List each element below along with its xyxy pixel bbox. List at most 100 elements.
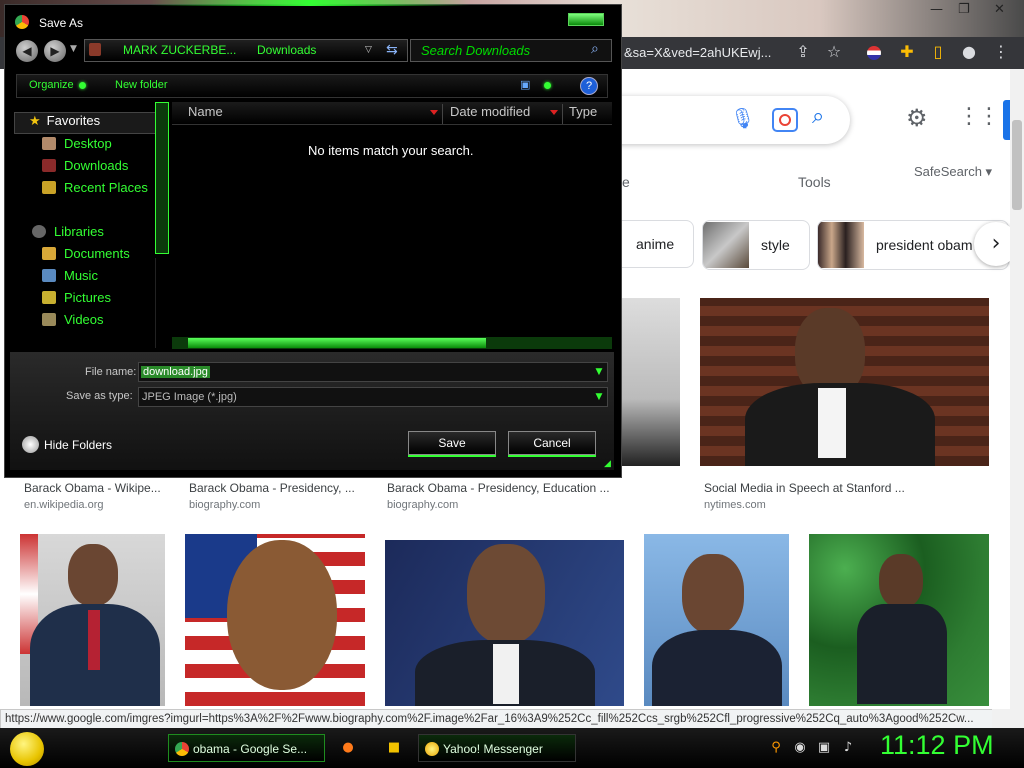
resize-grip-icon[interactable]: ◢	[604, 458, 611, 469]
cancel-button[interactable]: Cancel	[508, 431, 596, 455]
file-hscroll-thumb[interactable]	[188, 338, 486, 348]
favorites-header[interactable]: ★ Favorites	[14, 112, 156, 134]
nav-recent-places[interactable]: Recent Places	[42, 180, 148, 200]
dialog-close-button[interactable]	[568, 13, 604, 26]
volume-icon[interactable]: ♪	[840, 740, 856, 756]
safesearch-toggle[interactable]: SafeSearch ▾	[914, 164, 992, 180]
new-folder-button[interactable]: New folder	[115, 79, 168, 91]
nav-scroll-track[interactable]	[155, 258, 168, 348]
url-text[interactable]: &sa=X&ved=2ahUKEwj...	[624, 45, 771, 60]
nav-scrollbar[interactable]	[155, 102, 169, 254]
result-image-stanford[interactable]	[700, 298, 989, 466]
start-smiley-icon[interactable]	[10, 732, 44, 766]
minimize-button[interactable]: —	[930, 2, 943, 17]
save-button[interactable]: Save	[408, 431, 496, 455]
tray-circle-icon[interactable]: ◉	[792, 740, 808, 756]
organize-button[interactable]: Organize	[29, 79, 74, 91]
extensions-icon[interactable]: ✚	[896, 41, 918, 63]
person-suit	[857, 604, 947, 704]
result-image-thinking[interactable]	[644, 534, 789, 706]
chevron-down-icon[interactable]: ▼	[591, 388, 607, 406]
pictures-icon	[42, 291, 56, 304]
sidebar-icon[interactable]: ▯	[927, 41, 949, 63]
chip-anime[interactable]: anime	[610, 220, 694, 268]
sort-arrow-icon	[550, 110, 558, 115]
breadcrumb-user[interactable]: MARK ZUCKERBE...	[123, 43, 236, 57]
libraries-icon	[32, 225, 46, 238]
search-downloads-input[interactable]: Search Downloads ⌕	[410, 39, 612, 62]
page-scroll-thumb[interactable]	[1012, 120, 1022, 210]
search-placeholder: Search Downloads	[421, 43, 531, 58]
lens-dot-icon	[779, 114, 791, 126]
search-tray-icon[interactable]: ⚲	[768, 740, 784, 756]
nav-music[interactable]: Music	[42, 268, 98, 288]
file-name-input[interactable]: download.jpg ▼	[138, 362, 608, 382]
result-site: biography.com	[189, 499, 261, 511]
share-icon[interactable]: ⇪	[792, 41, 814, 63]
page-scrollbar-corner[interactable]	[992, 709, 1024, 729]
menu-icon[interactable]: ⋮	[990, 41, 1012, 63]
chip-style[interactable]: style	[702, 220, 810, 270]
save-type-value: JPEG Image (*.jpg)	[142, 391, 237, 403]
refresh-icon[interactable]: ⇆	[386, 42, 398, 58]
yahoo-smiley-icon	[425, 742, 439, 756]
task-yahoo-messenger[interactable]: Yahoo! Messenger	[418, 734, 576, 762]
nav-videos[interactable]: Videos	[42, 312, 104, 332]
file-list[interactable]	[170, 102, 614, 348]
breadcrumb-downloads[interactable]: Downloads	[257, 43, 316, 57]
help-icon[interactable]: ?	[580, 77, 598, 95]
chevron-down-icon[interactable]: ▼	[591, 363, 607, 381]
file-name-label: File name:	[85, 366, 137, 378]
chevron-down-icon[interactable]: ▽	[365, 45, 372, 55]
hide-folders-button[interactable]: Hide Folders	[44, 438, 112, 452]
nav-libraries[interactable]: Libraries	[32, 224, 104, 244]
clock[interactable]: 11:12 PM	[880, 730, 994, 761]
tools-tab[interactable]: Tools	[798, 174, 831, 190]
result-caption[interactable]: Barack Obama - Presidency, ...	[189, 481, 355, 495]
view-icon[interactable]: ▣	[520, 78, 530, 91]
nav-documents[interactable]: Documents	[42, 246, 130, 266]
forward-arrow-icon[interactable]: ▶	[44, 40, 66, 62]
microphone-icon[interactable]: 🎙	[730, 106, 755, 130]
network-icon[interactable]: ▣	[816, 740, 832, 756]
file-name-value: download.jpg	[141, 366, 210, 378]
account-icon[interactable]: ●	[958, 41, 980, 63]
chevron-up-icon[interactable]	[22, 436, 39, 453]
column-name[interactable]: Name	[188, 104, 443, 124]
chip-thumbnail	[818, 222, 864, 268]
nav-pictures[interactable]: Pictures	[42, 290, 111, 310]
result-caption[interactable]: Social Media in Speech at Stanford ...	[704, 481, 905, 495]
save-type-select[interactable]: JPEG Image (*.jpg) ▼	[138, 387, 608, 407]
maximize-button[interactable]: ❐	[958, 2, 970, 17]
firefox-icon[interactable]: ●	[340, 740, 356, 756]
star-icon[interactable]: ☆	[823, 41, 845, 63]
result-image-portrait[interactable]	[385, 540, 624, 706]
breadcrumb[interactable]: MARK ZUCKERBE... Downloads ▽	[84, 39, 408, 62]
result-site: en.wikipedia.org	[24, 499, 104, 511]
result-image[interactable]	[622, 298, 680, 466]
profile-flag-icon[interactable]	[863, 41, 885, 63]
tab-partial[interactable]: e	[622, 174, 630, 190]
folder-icon[interactable]: ■	[386, 740, 402, 756]
column-date-modified[interactable]: Date modified	[450, 104, 563, 124]
folder-icon	[89, 43, 101, 56]
task-chrome[interactable]: obama - Google Se...	[168, 734, 325, 762]
result-image-podium[interactable]	[20, 534, 165, 706]
chip-label: president obam	[876, 237, 973, 253]
result-caption[interactable]: Barack Obama - Presidency, Education ...	[387, 481, 610, 495]
nav-downloads[interactable]: Downloads	[42, 158, 128, 178]
search-icon[interactable]: ⌕	[812, 104, 824, 129]
result-site: biography.com	[387, 499, 459, 511]
result-caption[interactable]: Barack Obama - Wikipe...	[24, 481, 161, 495]
nav-desktop[interactable]: Desktop	[42, 136, 112, 156]
sign-in-edge[interactable]	[1003, 100, 1010, 140]
search-icon[interactable]: ⌕	[591, 41, 599, 57]
result-image-painting[interactable]	[809, 534, 989, 706]
column-type[interactable]: Type	[569, 104, 611, 124]
gear-icon[interactable]: ⚙	[906, 104, 928, 132]
close-window-button[interactable]: ✕	[994, 2, 1005, 17]
recent-dropdown-icon[interactable]: ▼	[70, 44, 77, 54]
back-arrow-icon[interactable]: ◀	[16, 40, 38, 62]
result-image-caricature[interactable]	[185, 534, 365, 706]
view-dot-icon[interactable]	[544, 82, 551, 89]
